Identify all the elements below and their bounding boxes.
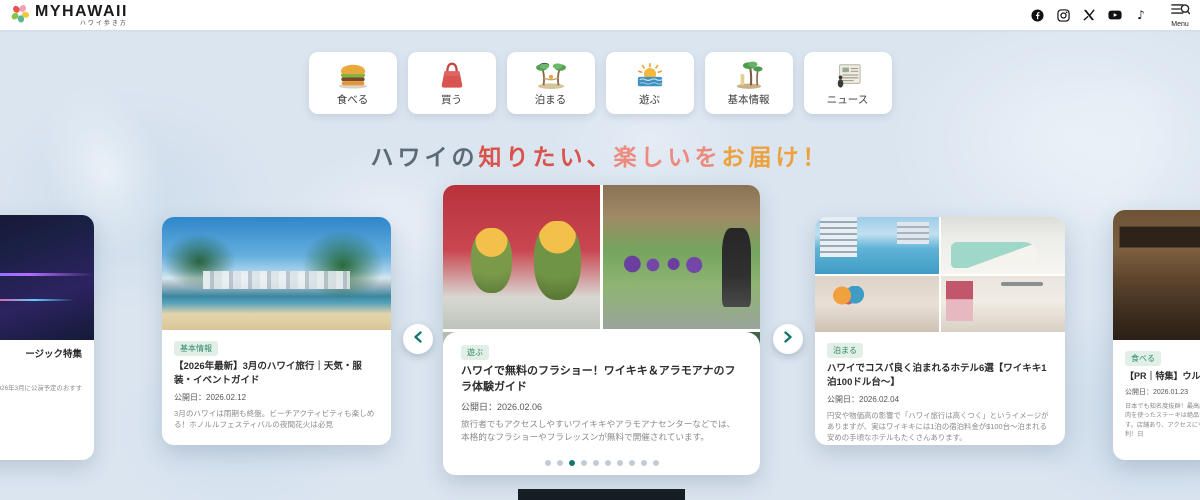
chevron-right-icon (783, 330, 793, 348)
chevron-left-icon (413, 330, 423, 348)
card-title: ハワイでコスパ良く泊まれるホテル6選【ワイキキ1泊100ドル台〜】 (827, 362, 1053, 390)
pagination-dot[interactable] (605, 460, 611, 466)
site-header: MYHAWAII ハワイ歩き方 ♪ (0, 0, 1200, 30)
brand-name: MYHAWAII (35, 4, 128, 20)
card-excerpt: 3月のハワイは雨期も終盤。ビーチアクティビティも楽しめる！ホノルルフェスティバル… (174, 408, 379, 431)
category-news-button[interactable]: ニュース (804, 52, 892, 114)
card-image-grid (815, 217, 1065, 332)
card-title: 【PR｜特集】ウルフ (1125, 370, 1200, 383)
newspaper-icon (832, 59, 864, 89)
category-badge: 遊ぶ (461, 345, 489, 360)
carousel-card-farleft[interactable]: ージック特集 026年3月に公演予定のおすす (0, 215, 94, 460)
carousel-card-farright[interactable]: 食べる 【PR｜特集】ウルフ 公開日：2026.01.23 日本でも知名度抜群！… (1113, 210, 1200, 460)
menu-label: Menu (1171, 21, 1189, 28)
headline-part: 知りたい、 (479, 144, 614, 170)
pagination-dot[interactable] (557, 460, 563, 466)
card-image-steakhouse (1113, 210, 1200, 340)
category-badge: 食べる (1125, 351, 1161, 366)
carousel-card-center[interactable]: 遊ぶ ハワイで無料のフラショー！ワイキキ＆アラモアナのフラ体験ガイド 公開日：2… (443, 185, 760, 475)
headline-part: ハワイの (371, 144, 479, 170)
pagination-dots (443, 460, 760, 466)
tiktok-icon[interactable]: ♪ (1134, 8, 1148, 22)
card-image-magic-show (0, 215, 94, 340)
card-image-hula-outdoor (603, 185, 760, 329)
carousel-card-left[interactable]: 基本情報 【2026年最新】3月のハワイ旅行｜天気・服装・イベントガイド 公開日… (162, 217, 391, 445)
card-image-hotel-bed (941, 217, 1065, 274)
card-image-waikiki-beach (162, 217, 391, 330)
pagination-dot[interactable] (581, 460, 587, 466)
category-nav: 食べる 買う (0, 52, 1200, 114)
card-image-hotel-pool (815, 217, 939, 274)
card-excerpt: 026年3月に公演予定のおすす (0, 384, 82, 394)
category-badge: 泊まる (827, 343, 863, 358)
sun-sea-icon (633, 59, 667, 89)
carousel-prev-button[interactable] (403, 324, 433, 354)
card-image-hula-stage (443, 185, 600, 329)
palm-hammock-icon (533, 59, 569, 89)
pagination-dot[interactable] (641, 460, 647, 466)
next-section-peek (518, 489, 685, 500)
carousel-card-right[interactable]: 泊まる ハワイでコスパ良く泊まれるホテル6選【ワイキキ1泊100ドル台〜】 公開… (815, 217, 1065, 445)
headline-part: 楽しいを (614, 144, 722, 170)
card-title: ージック特集 (0, 348, 82, 362)
category-label: 食べる (337, 92, 369, 107)
palm-trees-icon (732, 59, 766, 89)
category-badge: 基本情報 (174, 341, 218, 356)
carousel-next-button[interactable] (773, 324, 803, 354)
handbag-icon (437, 59, 467, 89)
card-image-hotel-room (815, 276, 939, 333)
pagination-dot[interactable] (653, 460, 659, 466)
category-play-button[interactable]: 遊ぶ (606, 52, 694, 114)
card-title: 【2026年最新】3月のハワイ旅行｜天気・服装・イベントガイド (174, 360, 379, 388)
category-buy-button[interactable]: 買う (408, 52, 496, 114)
pagination-dot[interactable] (593, 460, 599, 466)
category-label: 買う (441, 92, 462, 107)
flower-logo-icon (10, 3, 30, 28)
pagination-dot[interactable] (617, 460, 623, 466)
burger-icon (335, 59, 371, 89)
youtube-icon[interactable] (1108, 8, 1122, 22)
card-date: 公開日：2026.02.06 (461, 400, 742, 413)
category-stay-button[interactable]: 泊まる (507, 52, 595, 114)
card-excerpt: 円安や物価高の影響で「ハワイ旅行は高くつく」というイメージがありますが、実はワイ… (827, 410, 1053, 443)
category-label: 泊まる (535, 92, 567, 107)
category-info-button[interactable]: 基本情報 (705, 52, 793, 114)
pagination-dot[interactable] (629, 460, 635, 466)
card-excerpt: 旅行者でもアクセスしやすいワイキキやアラモアナセンターなどでは、本格的なフラショ… (461, 418, 742, 444)
category-label: ニュース (827, 92, 868, 107)
x-icon[interactable] (1082, 8, 1096, 22)
headline-part: お届け！ (722, 144, 830, 170)
card-date: 公開日：2026.02.04 (827, 394, 1053, 405)
brand-tagline: ハワイ歩き方 (35, 21, 128, 27)
card-date: 公開日：2026.02.12 (174, 392, 379, 403)
pagination-dot[interactable] (545, 460, 551, 466)
menu-button[interactable]: Menu (1170, 2, 1190, 28)
card-text-panel: 遊ぶ ハワイで無料のフラショー！ワイキキ＆アラモアナのフラ体験ガイド 公開日：2… (443, 332, 760, 475)
category-label: 基本情報 (728, 92, 770, 107)
facebook-icon[interactable] (1030, 8, 1044, 22)
category-label: 遊ぶ (639, 92, 660, 107)
instagram-icon[interactable] (1056, 8, 1070, 22)
category-eat-button[interactable]: 食べる (309, 52, 397, 114)
brand-logo[interactable]: MYHAWAII ハワイ歩き方 (10, 3, 128, 28)
card-title: ハワイで無料のフラショー！ワイキキ＆アラモアナのフラ体験ガイド (461, 364, 742, 396)
page-headline: ハワイの知りたい、楽しいをお届け！ (0, 138, 1200, 172)
page: MYHAWAII ハワイ歩き方 ♪ (0, 0, 1200, 500)
card-date: 公開日：2026.01.23 (1125, 387, 1200, 397)
menu-search-icon (1170, 2, 1190, 20)
card-excerpt: 日本でも知名度抜群！最高級の肉を使ったステーキは絶品です。店舗あり、アクセスにも… (1125, 402, 1200, 439)
pagination-dot[interactable] (569, 460, 575, 466)
card-image-hotel-room2 (941, 276, 1065, 333)
